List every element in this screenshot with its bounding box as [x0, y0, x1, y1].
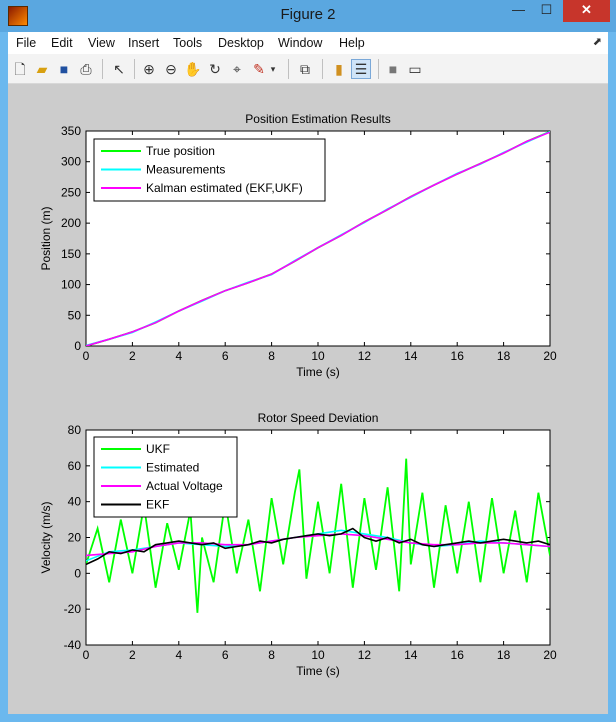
y-tick-label: -20 — [64, 602, 82, 616]
x-tick-label: 2 — [129, 349, 136, 363]
figure-canvas: Position Estimation Results 0 2 4 6 8 10 12 14 16… — [8, 84, 608, 714]
dock-icon[interactable]: ▭ — [406, 60, 424, 78]
y-tick-label: -40 — [64, 638, 82, 652]
x-tick-label: 8 — [268, 648, 275, 662]
x-tick-label: 20 — [543, 349, 557, 363]
plots-svg[interactable]: Position Estimation Results 0 2 4 6 8 10 12 14 16… — [8, 84, 608, 714]
y-tick-label: 40 — [68, 495, 82, 509]
x-tick-label: 14 — [404, 349, 418, 363]
legend-label: Measurements — [146, 163, 225, 177]
y-tick-label: 200 — [61, 216, 81, 230]
dropdown-arrow-icon[interactable]: ▾ — [268, 60, 278, 78]
x-tick-label: 10 — [311, 648, 325, 662]
y-tick-label: 80 — [68, 423, 82, 437]
new-figure-icon[interactable]: 🗋 — [11, 60, 29, 78]
y-tick-label: 250 — [61, 185, 81, 199]
colorbar-icon[interactable]: ▮ — [330, 60, 348, 78]
link-icon[interactable]: ⧉ — [296, 60, 314, 78]
figure-window: Figure 2 — ☐ ✕ File Edit View Insert Too… — [0, 0, 616, 722]
data-cursor-icon[interactable]: ⌖ — [228, 60, 246, 78]
title-bar[interactable]: Figure 2 — ☐ ✕ — [0, 0, 616, 32]
chart-title: Rotor Speed Deviation — [258, 411, 379, 425]
menu-help[interactable]: Help — [339, 36, 365, 50]
menu-window[interactable]: Window — [278, 36, 322, 50]
zoom-out-icon[interactable]: ⊖ — [162, 60, 180, 78]
figure-toolbar: 🗋 ▰ ■ ⎙ ↖ ⊕ ⊖ ✋ ↻ ⌖ ✎ ▾ ⧉ ▮ ☰ ■ ▭ — [8, 54, 608, 84]
x-tick-label: 4 — [175, 648, 182, 662]
brush-icon[interactable]: ✎ — [250, 60, 268, 78]
legend-label: Kalman estimated (EKF,UKF) — [146, 181, 303, 195]
y-axis-label: Position (m) — [39, 206, 53, 270]
maximize-button[interactable]: ☐ — [533, 0, 560, 22]
legend-label: Actual Voltage — [146, 479, 223, 493]
undock-arrow-icon[interactable]: ⬈ — [593, 35, 602, 48]
x-tick-label: 0 — [83, 349, 90, 363]
legend-label: UKF — [146, 442, 170, 456]
menu-edit[interactable]: Edit — [51, 36, 73, 50]
x-tick-label: 0 — [83, 648, 90, 662]
y-tick-label: 20 — [68, 531, 82, 545]
x-tick-label: 16 — [451, 349, 465, 363]
y-tick-label: 300 — [61, 155, 81, 169]
legend-label: True position — [146, 144, 215, 158]
menu-desktop[interactable]: Desktop — [218, 36, 264, 50]
minimize-button[interactable]: — — [505, 0, 532, 22]
y-tick-label: 0 — [74, 566, 81, 580]
axes-1: Position Estimation Results 0 2 4 6 8 10 12 14 16… — [39, 112, 557, 379]
y-tick-label: 150 — [61, 247, 81, 261]
menu-tools[interactable]: Tools — [173, 36, 202, 50]
y-tick-label: 0 — [74, 339, 81, 353]
x-tick-label: 14 — [404, 648, 418, 662]
legend-icon[interactable]: ☰ — [351, 59, 371, 79]
x-axis-label: Time (s) — [296, 365, 340, 379]
y-tick-label: 350 — [61, 124, 81, 138]
y-tick-label: 100 — [61, 278, 81, 292]
menu-bar: File Edit View Insert Tools Desktop Wind… — [8, 32, 608, 54]
menu-file[interactable]: File — [16, 36, 36, 50]
x-tick-label: 6 — [222, 349, 229, 363]
save-icon[interactable]: ■ — [55, 60, 73, 78]
x-tick-label: 2 — [129, 648, 136, 662]
x-tick-label: 12 — [358, 349, 372, 363]
x-tick-label: 16 — [451, 648, 465, 662]
x-tick-label: 6 — [222, 648, 229, 662]
menu-insert[interactable]: Insert — [128, 36, 159, 50]
open-icon[interactable]: ▰ — [33, 60, 51, 78]
legend-label: Estimated — [146, 461, 199, 475]
chart-title: Position Estimation Results — [245, 112, 390, 126]
axes-2: Rotor Speed Deviation 0 2 4 6 8 10 12 14 16 18 20 -4… — [39, 411, 557, 678]
hide-tools-icon[interactable]: ■ — [384, 60, 402, 78]
x-tick-label: 10 — [311, 349, 325, 363]
y-tick-label: 50 — [68, 308, 82, 322]
x-tick-label: 18 — [497, 349, 511, 363]
x-tick-label: 8 — [268, 349, 275, 363]
y-axis-label: Velocity (m/s) — [39, 501, 53, 573]
x-tick-label: 4 — [175, 349, 182, 363]
x-axis-label: Time (s) — [296, 664, 340, 678]
rotate-icon[interactable]: ↻ — [206, 60, 224, 78]
x-tick-label: 12 — [358, 648, 372, 662]
x-tick-label: 20 — [543, 648, 557, 662]
pan-icon[interactable]: ✋ — [184, 60, 202, 78]
x-tick-label: 18 — [497, 648, 511, 662]
zoom-in-icon[interactable]: ⊕ — [140, 60, 158, 78]
print-icon[interactable]: ⎙ — [77, 60, 95, 78]
y-tick-label: 60 — [68, 459, 82, 473]
close-button[interactable]: ✕ — [563, 0, 610, 22]
legend-label: EKF — [146, 498, 169, 512]
menu-view[interactable]: View — [88, 36, 115, 50]
pointer-icon[interactable]: ↖ — [110, 60, 128, 78]
